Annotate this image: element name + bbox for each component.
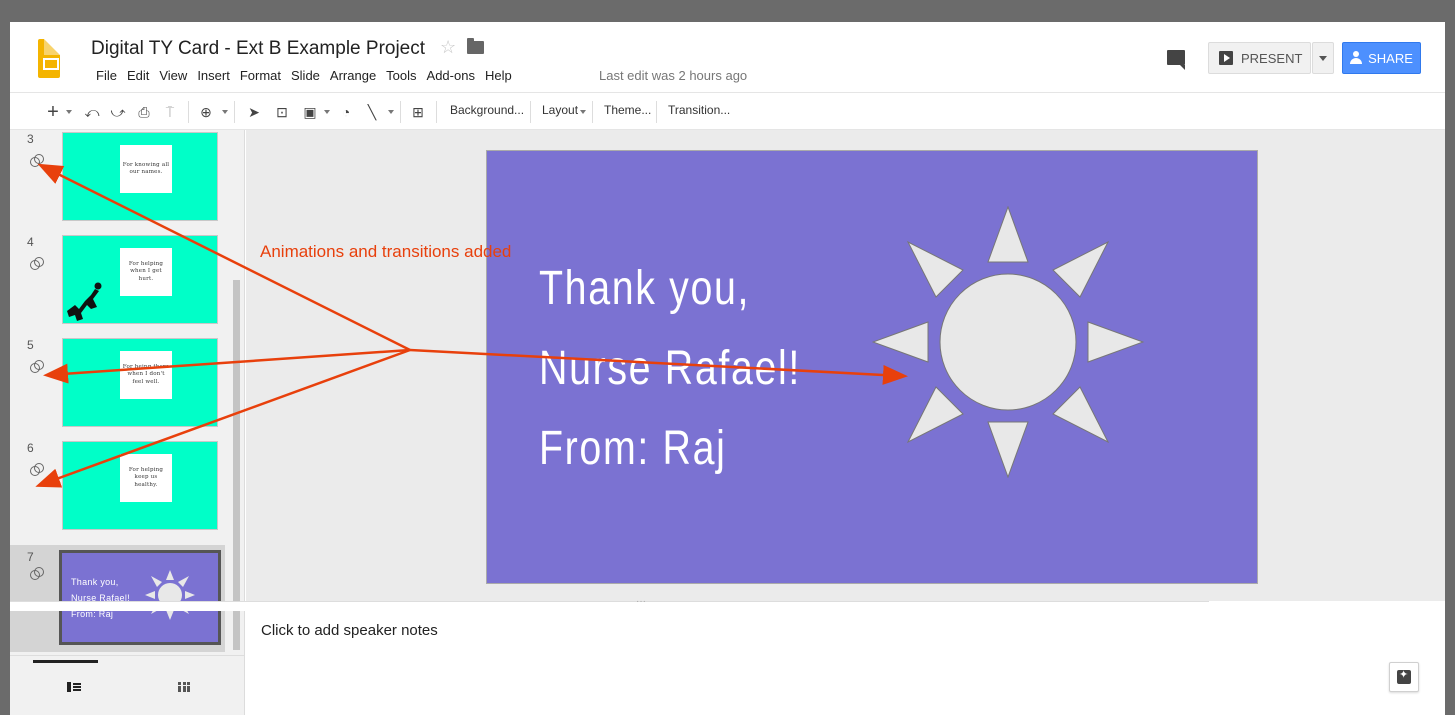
toolbar-separator xyxy=(530,101,531,123)
thumb-card-text: For being there when I don't feel well. xyxy=(120,351,172,399)
slide-number: 4 xyxy=(27,235,34,249)
animation-icon xyxy=(30,463,44,476)
menu-view[interactable]: View xyxy=(154,66,192,85)
menu-bar: File Edit View Insert Format Slide Arran… xyxy=(91,66,517,85)
slide-filmstrip: 3 For knowing all our names. 4 For helpi… xyxy=(10,130,245,715)
toolbar-separator xyxy=(234,101,235,123)
text-box-icon[interactable]: ⊡ xyxy=(272,101,292,123)
active-view-indicator xyxy=(33,660,98,663)
slide-number: 3 xyxy=(27,132,34,146)
toolbar: + ⤺ ⤻ ⎙ ⍑ ⊕ ➤ ⊡ ▣ ◔ ╲ ⊞ Background... La… xyxy=(10,92,1445,130)
slide-thumbnail[interactable]: For being there when I don't feel well. xyxy=(62,338,218,427)
slide-number: 7 xyxy=(27,550,34,564)
animation-icon xyxy=(30,567,44,580)
background-button[interactable]: Background... xyxy=(450,103,524,117)
notes-resize-handle[interactable] xyxy=(10,596,1209,611)
menu-insert[interactable]: Insert xyxy=(192,66,235,85)
zoom-dropdown-icon[interactable] xyxy=(222,110,228,114)
slide-thumbnail-selected[interactable]: Thank you, Nurse Rafael! From: Raj xyxy=(59,550,221,645)
last-edit-status[interactable]: Last edit was 2 hours ago xyxy=(599,68,747,83)
toolbar-separator xyxy=(592,101,593,123)
speaker-notes[interactable]: Click to add speaker notes xyxy=(246,611,1445,715)
comment-icon[interactable]: ⊞ xyxy=(408,101,428,123)
toolbar-separator xyxy=(188,101,189,123)
present-label: PRESENT xyxy=(1241,50,1303,66)
slide-thumbnail[interactable]: For helping when I get hurt. xyxy=(62,235,218,324)
print-icon[interactable]: ⎙ xyxy=(134,101,154,123)
menu-addons[interactable]: Add-ons xyxy=(422,66,480,85)
animation-icon xyxy=(30,360,44,373)
grid-view-icon[interactable] xyxy=(178,682,190,692)
slide-text-line[interactable]: Thank you, xyxy=(539,261,750,316)
slide-number: 5 xyxy=(27,338,34,352)
image-icon[interactable]: ▣ xyxy=(300,101,320,123)
menu-file[interactable]: File xyxy=(91,66,122,85)
slide-thumbnail[interactable]: For helping keep us healthy. xyxy=(62,441,218,530)
select-icon[interactable]: ➤ xyxy=(244,101,264,123)
layout-button[interactable]: Layout xyxy=(542,103,578,117)
theme-button[interactable]: Theme... xyxy=(604,103,651,117)
filmstrip-view-icon[interactable] xyxy=(67,682,81,692)
filmstrip-scrollbar[interactable] xyxy=(233,280,240,650)
add-dropdown-icon[interactable] xyxy=(66,110,72,114)
transition-button[interactable]: Transition... xyxy=(668,103,730,117)
slide-canvas-area: Thank you, Nurse Rafael! From: Raj xyxy=(246,130,1445,601)
image-dropdown-icon[interactable] xyxy=(324,110,330,114)
speaker-notes-placeholder[interactable]: Click to add speaker notes xyxy=(261,622,438,639)
add-icon[interactable]: + xyxy=(44,101,62,123)
person-icon xyxy=(1350,51,1363,65)
menu-slide[interactable]: Slide xyxy=(286,66,325,85)
fallen-person-icon xyxy=(67,282,102,321)
sun-icon xyxy=(145,570,195,620)
explore-button[interactable] xyxy=(1389,662,1419,692)
folder-icon[interactable] xyxy=(467,38,484,54)
undo-icon[interactable]: ⤺ xyxy=(82,101,102,123)
thumb-card-text: For helping when I get hurt. xyxy=(120,248,172,296)
sun-shape[interactable] xyxy=(872,206,1144,478)
explore-icon xyxy=(1397,668,1411,684)
menu-edit[interactable]: Edit xyxy=(122,66,154,85)
thumb-line: Thank you, xyxy=(71,577,119,587)
slides-logo[interactable] xyxy=(38,39,60,78)
comments-icon[interactable] xyxy=(1167,50,1185,70)
menu-help[interactable]: Help xyxy=(480,66,517,85)
slide-text-line[interactable]: From: Raj xyxy=(539,421,727,476)
share-button[interactable]: SHARE xyxy=(1342,42,1421,74)
paint-format-icon[interactable]: ⍑ xyxy=(160,101,180,123)
toolbar-separator xyxy=(400,101,401,123)
play-icon xyxy=(1219,51,1233,65)
slide-text-line[interactable]: Nurse Rafael! xyxy=(539,341,801,396)
toolbar-separator xyxy=(436,101,437,123)
line-dropdown-icon[interactable] xyxy=(388,110,394,114)
animation-icon xyxy=(30,154,44,167)
toolbar-separator xyxy=(656,101,657,123)
menu-arrange[interactable]: Arrange xyxy=(325,66,381,85)
redo-icon[interactable]: ⤻ xyxy=(108,101,128,123)
thumb-card-text: For helping keep us healthy. xyxy=(120,454,172,502)
star-icon[interactable]: ☆ xyxy=(440,37,456,58)
slide-number: 6 xyxy=(27,441,34,455)
filmstrip-view-switcher xyxy=(10,655,244,715)
present-button[interactable]: PRESENT xyxy=(1208,42,1311,74)
present-dropdown-button[interactable] xyxy=(1312,42,1334,74)
current-slide[interactable]: Thank you, Nurse Rafael! From: Raj xyxy=(486,150,1258,584)
menu-tools[interactable]: Tools xyxy=(381,66,421,85)
line-icon[interactable]: ╲ xyxy=(362,101,382,123)
document-title[interactable]: Digital TY Card - Ext B Example Project xyxy=(91,38,425,60)
animation-icon xyxy=(30,257,44,270)
slide-thumb-row-selected[interactable]: 7 Thank you, Nurse Rafael! From: Raj xyxy=(10,545,225,652)
zoom-icon[interactable]: ⊕ xyxy=(196,101,216,123)
slide-thumbnail[interactable]: For knowing all our names. xyxy=(62,132,218,221)
shape-icon[interactable]: ◔ xyxy=(336,101,356,123)
annotation-label: Animations and transitions added xyxy=(260,242,512,261)
thumb-card-text: For knowing all our names. xyxy=(120,145,172,193)
menu-format[interactable]: Format xyxy=(235,66,286,85)
app-window: Digital TY Card - Ext B Example Project … xyxy=(10,22,1445,715)
thumb-slide-bg: Thank you, Nurse Rafael! From: Raj xyxy=(62,553,218,642)
share-label: SHARE xyxy=(1368,50,1413,66)
layout-dropdown-icon[interactable] xyxy=(580,110,586,114)
